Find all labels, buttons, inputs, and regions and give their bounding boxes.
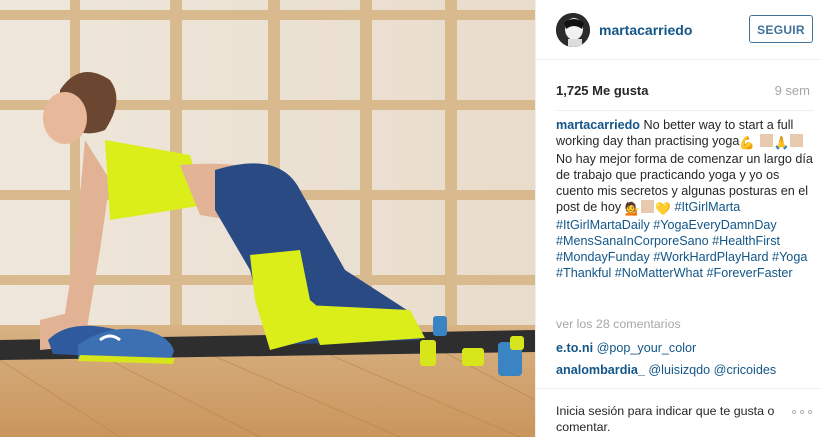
folded-hands-emoji: 🙏 (773, 136, 790, 150)
post-caption: martacarriedo No better way to start a f… (556, 117, 814, 281)
post-stats: 1,725 Me gusta 9 sem (556, 83, 814, 99)
comment-username[interactable]: e.to.ni (556, 341, 593, 355)
login-prompt[interactable]: Inicia sesión para indicar que te gusta … (556, 403, 786, 435)
comment-item: e.to.ni @pop_your_color (556, 341, 696, 355)
yoga-photo-illustration (0, 0, 535, 437)
comment-item: analombardia_ @luisizqdo @cricoides (556, 363, 776, 377)
divider (556, 110, 814, 111)
comment-username[interactable]: analombardia_ (556, 363, 645, 377)
view-all-comments-link[interactable]: ver los 28 comentarios (556, 317, 681, 331)
avatar[interactable] (556, 13, 590, 47)
ellipsis-icon[interactable] (792, 410, 814, 418)
post-photo[interactable] (0, 0, 535, 437)
woman-emoji: 💁 (624, 202, 641, 216)
post-footer: Inicia sesión para indicar que te gusta … (536, 388, 820, 438)
follow-button[interactable]: SEGUIR (749, 15, 813, 43)
avatar-image (556, 13, 590, 47)
post-header: martacarriedo SEGUIR (536, 0, 820, 60)
post-details-panel: martacarriedo SEGUIR 1,725 Me gusta 9 se… (535, 0, 820, 437)
yellow-heart-emoji: 💛 (655, 202, 671, 216)
post-username[interactable]: martacarriedo (599, 22, 692, 38)
post-time[interactable]: 9 sem (775, 83, 810, 98)
comment-text[interactable]: @luisizqdo @cricoides (648, 363, 776, 377)
emoji-placeholder (759, 134, 773, 147)
caption-username[interactable]: martacarriedo (556, 118, 640, 132)
emoji-placeholder (790, 134, 804, 147)
likes-count[interactable]: 1,725 Me gusta (556, 83, 649, 98)
comment-text[interactable]: @pop_your_color (597, 341, 697, 355)
flexed-biceps-emoji: 💪 (739, 136, 756, 150)
emoji-placeholder (641, 200, 655, 213)
